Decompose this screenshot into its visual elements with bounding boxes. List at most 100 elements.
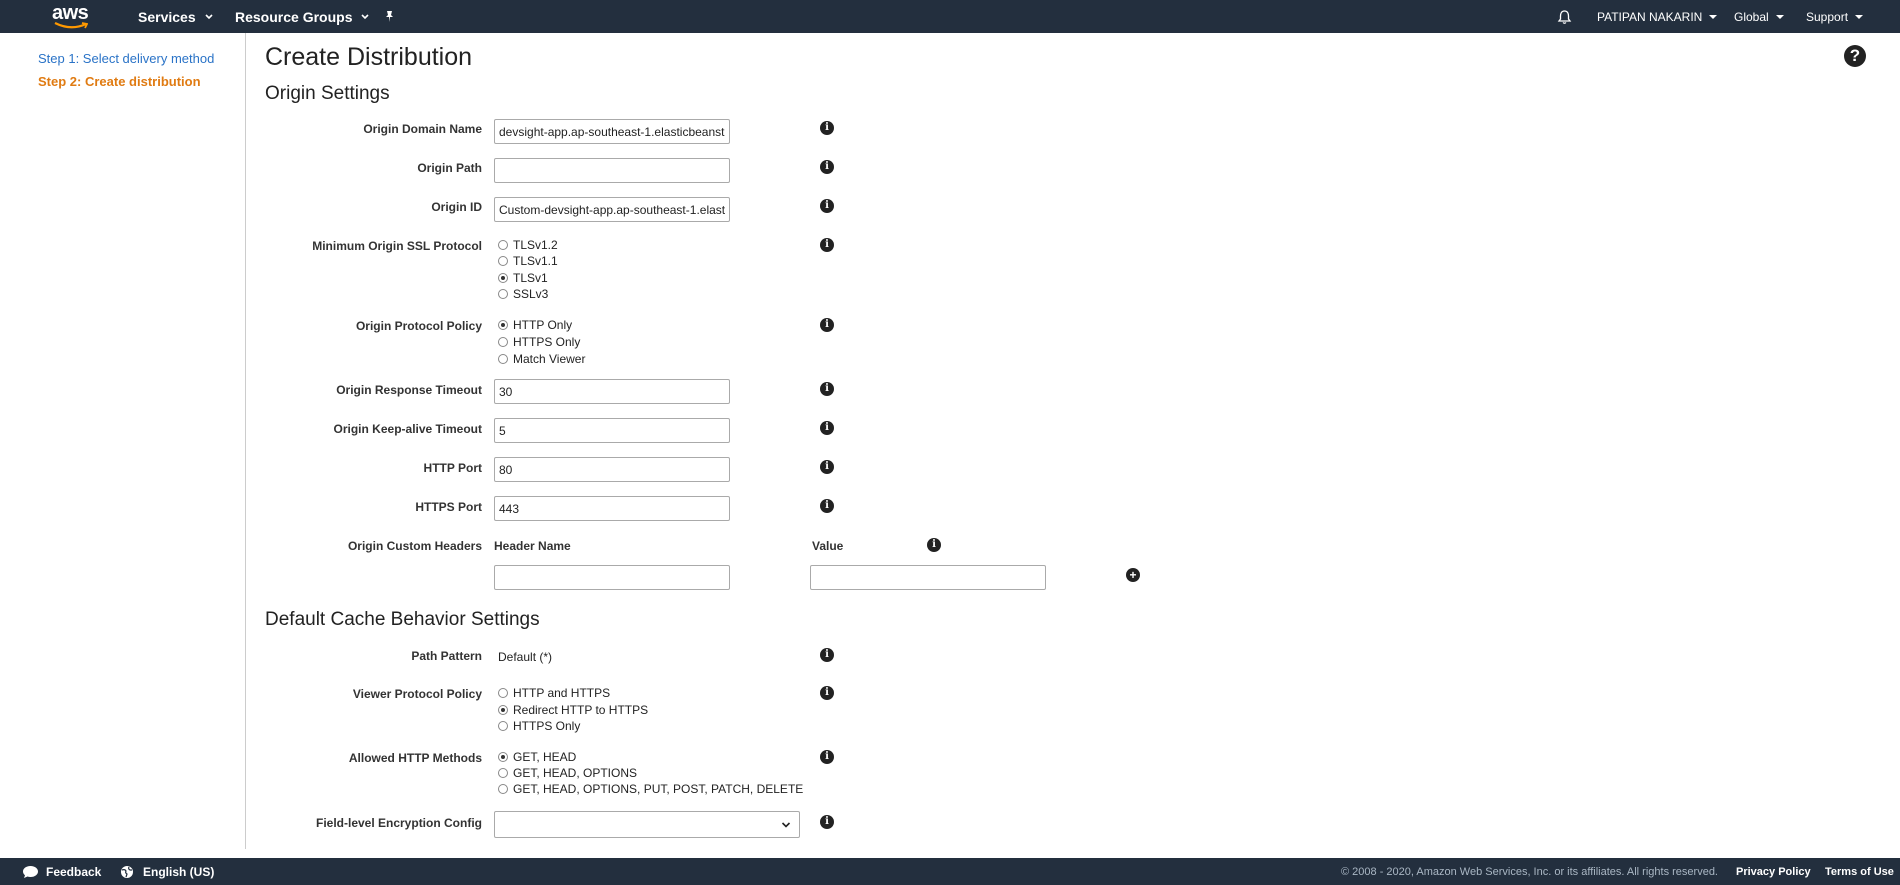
keepalive-timeout-input[interactable] xyxy=(494,418,730,443)
ssl-option-sslv3[interactable]: SSLv3 xyxy=(498,286,548,302)
radio-label: TLSv1.1 xyxy=(513,254,558,268)
radio-label: SSLv3 xyxy=(513,287,549,301)
https-port-input[interactable] xyxy=(494,496,730,521)
chevron-down-icon xyxy=(781,822,791,828)
min-ssl-protocol-label: Minimum Origin SSL Protocol xyxy=(312,239,482,253)
info-icon[interactable]: i xyxy=(820,499,834,513)
feedback-label: Feedback xyxy=(46,864,102,879)
support-menu[interactable]: Support xyxy=(1806,0,1864,33)
viewer-option-https-only[interactable]: HTTPS Only xyxy=(498,718,580,734)
radio-button[interactable] xyxy=(498,784,508,794)
radio-button[interactable] xyxy=(498,337,508,347)
radio-button[interactable] xyxy=(498,256,508,266)
info-icon[interactable]: i xyxy=(820,318,834,332)
bell-icon xyxy=(1557,9,1572,24)
info-icon[interactable]: i xyxy=(820,648,834,662)
origin-id-label: Origin ID xyxy=(431,200,482,214)
step-1-link[interactable]: Step 1: Select delivery method xyxy=(38,51,214,66)
methods-option-get-head[interactable]: GET, HEAD xyxy=(498,749,576,765)
info-icon[interactable]: i xyxy=(820,121,834,135)
info-icon[interactable]: i xyxy=(820,815,834,829)
ssl-option-tlsv1-2[interactable]: TLSv1.2 xyxy=(498,237,558,253)
caret-down-icon xyxy=(1775,14,1784,19)
radio-button[interactable] xyxy=(498,688,508,698)
path-pattern-label: Path Pattern xyxy=(411,649,482,663)
page-title: Create Distribution xyxy=(265,43,473,71)
radio-button[interactable] xyxy=(498,721,508,731)
support-label: Support xyxy=(1806,9,1849,24)
footer-bar: Feedback English (US) © 2008 - 2020, Ama… xyxy=(0,858,1900,885)
region-label: Global xyxy=(1734,9,1769,24)
cache-behavior-heading: Default Cache Behavior Settings xyxy=(265,609,540,630)
info-icon[interactable]: i xyxy=(820,160,834,174)
origin-settings-heading: Origin Settings xyxy=(265,83,390,104)
copyright-text: © 2008 - 2020, Amazon Web Services, Inc.… xyxy=(1341,865,1718,878)
https-port-label: HTTPS Port xyxy=(415,500,482,514)
info-icon[interactable]: i xyxy=(820,421,834,435)
chat-bubble-icon xyxy=(23,865,38,878)
radio-label: TLSv1 xyxy=(513,271,548,285)
radio-button-selected[interactable] xyxy=(498,705,508,715)
add-header-icon[interactable]: + xyxy=(1126,568,1140,582)
info-icon[interactable]: i xyxy=(820,199,834,213)
protocol-option-https-only[interactable]: HTTPS Only xyxy=(498,334,580,350)
fle-config-select[interactable] xyxy=(494,811,800,838)
methods-option-all[interactable]: GET, HEAD, OPTIONS, PUT, POST, PATCH, DE… xyxy=(498,781,803,797)
user-name: PATIPAN NAKARIN xyxy=(1597,9,1703,24)
custom-header-value-input[interactable] xyxy=(810,565,1046,590)
radio-button-selected[interactable] xyxy=(498,752,508,762)
resource-groups-label: Resource Groups xyxy=(235,8,353,25)
terms-of-use-link[interactable]: Terms of Use xyxy=(1825,858,1894,885)
help-icon[interactable]: ? xyxy=(1844,45,1866,67)
privacy-policy-link[interactable]: Privacy Policy xyxy=(1736,858,1811,885)
info-icon[interactable]: i xyxy=(820,238,834,252)
protocol-option-http-only[interactable]: HTTP Only xyxy=(498,317,572,333)
aws-logo[interactable]: aws xyxy=(52,2,92,30)
viewer-option-redirect-to-https[interactable]: Redirect HTTP to HTTPS xyxy=(498,702,648,718)
region-menu[interactable]: Global xyxy=(1734,0,1784,33)
info-icon[interactable]: i xyxy=(927,538,941,552)
wizard-steps-sidebar: Step 1: Select delivery method Step 2: C… xyxy=(0,33,246,849)
origin-path-input[interactable] xyxy=(494,158,730,183)
origin-domain-name-input[interactable] xyxy=(494,119,730,144)
methods-option-get-head-options[interactable]: GET, HEAD, OPTIONS xyxy=(498,765,637,781)
info-icon[interactable]: i xyxy=(820,686,834,700)
info-icon[interactable]: i xyxy=(820,382,834,396)
top-navigation-bar: aws Services Resource Groups PATIPAN NAK… xyxy=(0,0,1900,33)
user-account-menu[interactable]: PATIPAN NAKARIN xyxy=(1597,0,1718,33)
notifications-bell[interactable] xyxy=(1557,0,1572,33)
language-selector[interactable]: English (US) xyxy=(120,858,214,885)
caret-down-icon xyxy=(1709,14,1718,19)
path-pattern-value: Default (*) xyxy=(498,650,553,664)
response-timeout-input[interactable] xyxy=(494,379,730,404)
radio-label: Redirect HTTP to HTTPS xyxy=(513,703,649,717)
step-2-current[interactable]: Step 2: Create distribution xyxy=(38,74,201,89)
services-menu[interactable]: Services xyxy=(138,0,214,33)
origin-id-input[interactable] xyxy=(494,197,730,222)
radio-button-selected[interactable] xyxy=(498,273,508,283)
ssl-option-tlsv1[interactable]: TLSv1 xyxy=(498,270,548,286)
radio-button-selected[interactable] xyxy=(498,320,508,330)
language-label: English (US) xyxy=(143,864,215,879)
feedback-link[interactable]: Feedback xyxy=(22,858,101,885)
radio-label: GET, HEAD, OPTIONS, PUT, POST, PATCH, DE… xyxy=(513,782,804,796)
protocol-option-match-viewer[interactable]: Match Viewer xyxy=(498,351,585,367)
radio-label: Match Viewer xyxy=(513,352,586,366)
http-port-input[interactable] xyxy=(494,457,730,482)
custom-header-name-input[interactable] xyxy=(494,565,730,590)
viewer-option-http-and-https[interactable]: HTTP and HTTPS xyxy=(498,685,610,701)
ssl-option-tlsv1-1[interactable]: TLSv1.1 xyxy=(498,253,558,269)
fle-config-label: Field-level Encryption Config xyxy=(315,816,482,830)
info-icon[interactable]: i xyxy=(820,460,834,474)
chevron-down-icon xyxy=(361,13,370,19)
radio-button[interactable] xyxy=(498,289,508,299)
radio-label: HTTP Only xyxy=(513,318,573,332)
radio-button[interactable] xyxy=(498,768,508,778)
header-value-column: Value xyxy=(812,539,844,553)
info-icon[interactable]: i xyxy=(820,750,834,764)
radio-button[interactable] xyxy=(498,354,508,364)
resource-groups-menu[interactable]: Resource Groups xyxy=(235,0,370,33)
header-name-column: Header Name xyxy=(494,539,571,553)
pin-icon[interactable] xyxy=(383,0,396,33)
radio-button[interactable] xyxy=(498,240,508,250)
